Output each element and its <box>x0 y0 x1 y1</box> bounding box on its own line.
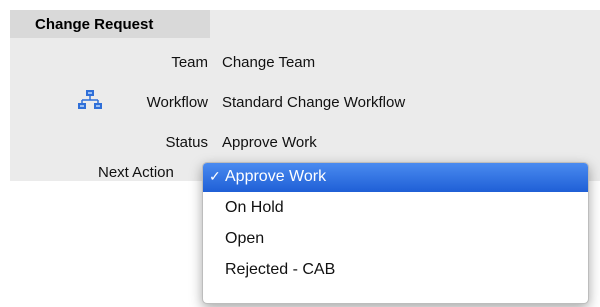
option-label: On Hold <box>225 199 284 216</box>
team-value: Change Team <box>222 54 316 71</box>
next-action-label: Next Action <box>98 164 174 181</box>
workflow-label: Workflow <box>146 94 208 111</box>
status-value: Approve Work <box>222 134 317 151</box>
section-title: Change Request <box>35 16 154 33</box>
dropdown-option[interactable]: Rejected - CAB <box>203 256 588 285</box>
workflow-hierarchy-icon[interactable] <box>78 89 102 111</box>
checkmark-icon: ✓ <box>209 168 221 184</box>
option-label: Approve Work <box>225 168 327 185</box>
section-header: Change Request <box>10 10 210 38</box>
workflow-value: Standard Change Workflow <box>222 94 406 111</box>
option-label: Rejected - CAB <box>225 261 336 278</box>
option-label: Open <box>225 230 265 247</box>
change-request-form: Change Request Team Change Team Workflow… <box>10 10 600 181</box>
dropdown-option[interactable]: ✓ Approve Work <box>203 163 588 192</box>
dropdown-option[interactable]: Open <box>203 225 588 254</box>
dropdown-option[interactable]: On Hold <box>203 194 588 223</box>
next-action-dropdown[interactable]: ✓ Approve Work On Hold Open Rejected - C… <box>202 162 589 304</box>
team-label: Team <box>171 54 208 71</box>
status-label: Status <box>165 134 208 151</box>
